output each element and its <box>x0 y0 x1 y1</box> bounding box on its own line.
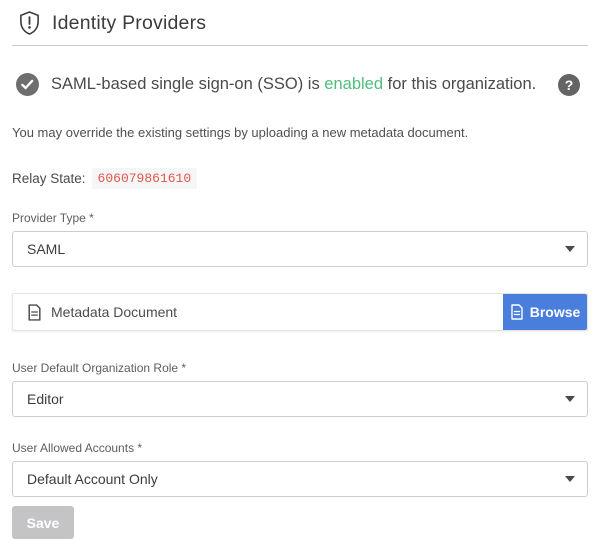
provider-type-select[interactable]: SAML <box>12 231 588 267</box>
browse-button[interactable]: Browse <box>503 294 587 330</box>
save-button[interactable]: Save <box>12 506 74 539</box>
chevron-down-icon <box>565 396 575 402</box>
provider-type-group: Provider Type * SAML <box>12 211 588 267</box>
status-text-after: for this organization. <box>388 75 537 93</box>
provider-type-label: Provider Type * <box>12 211 588 225</box>
allowed-accounts-value: Default Account Only <box>27 471 158 487</box>
metadata-document-bar: Metadata Document Browse <box>12 293 588 331</box>
page-title: Identity Providers <box>52 12 206 35</box>
provider-type-value: SAML <box>27 241 65 257</box>
metadata-document-label: Metadata Document <box>51 304 177 320</box>
status-text-before: SAML-based single sign-on (SSO) is <box>51 75 320 93</box>
identity-providers-page: Identity Providers SAML-based single sig… <box>0 0 600 539</box>
help-icon[interactable]: ? <box>558 74 580 96</box>
relay-state-row: Relay State: 606079861610 <box>12 168 588 189</box>
org-role-group: User Default Organization Role * Editor <box>12 361 588 417</box>
file-upload-icon <box>510 304 524 320</box>
org-role-value: Editor <box>27 391 64 407</box>
allowed-accounts-label: User Allowed Accounts * <box>12 441 588 455</box>
shield-exclamation-icon <box>18 10 41 36</box>
check-circle-icon <box>16 73 39 96</box>
org-role-select[interactable]: Editor <box>12 381 588 417</box>
relay-state-value: 606079861610 <box>92 168 198 189</box>
metadata-document-input[interactable]: Metadata Document <box>13 304 503 321</box>
sso-status-row: SAML-based single sign-on (SSO) is enabl… <box>12 73 588 96</box>
help-glyph: ? <box>565 77 574 93</box>
chevron-down-icon <box>565 246 575 252</box>
page-header: Identity Providers <box>12 0 588 46</box>
allowed-accounts-select[interactable]: Default Account Only <box>12 461 588 497</box>
sso-status-text: SAML-based single sign-on (SSO) is enabl… <box>51 75 536 94</box>
relay-state-label: Relay State: <box>12 171 86 186</box>
status-enabled-text: enabled <box>324 75 383 93</box>
browse-button-label: Browse <box>530 304 581 320</box>
file-document-icon <box>27 304 42 321</box>
org-role-label: User Default Organization Role * <box>12 361 588 375</box>
chevron-down-icon <box>565 476 575 482</box>
override-description: You may override the existing settings b… <box>12 124 588 142</box>
allowed-accounts-group: User Allowed Accounts * Default Account … <box>12 441 588 497</box>
